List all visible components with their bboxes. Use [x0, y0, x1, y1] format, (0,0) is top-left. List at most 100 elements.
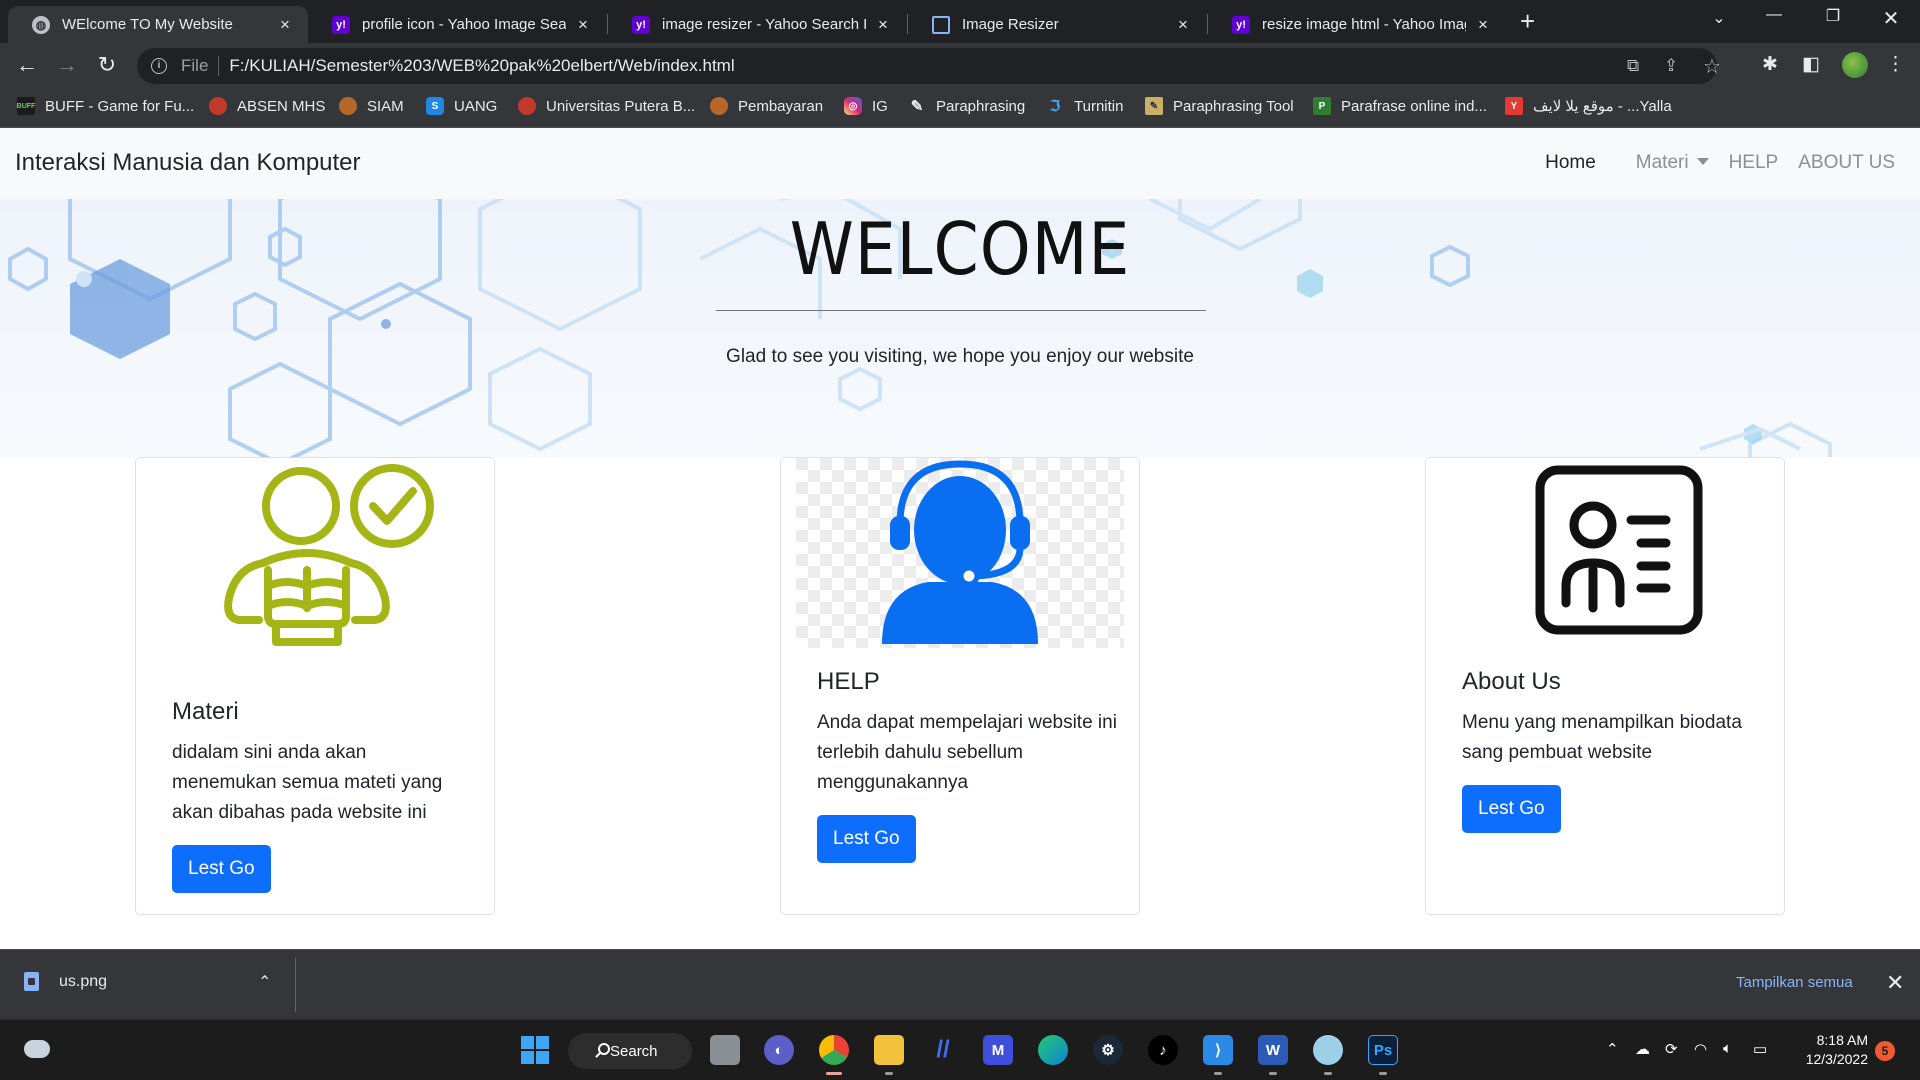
restore-button[interactable]: ❐	[1810, 6, 1856, 26]
tab-title: WElcome TO My Website	[62, 16, 233, 33]
back-button[interactable]: ←	[13, 52, 41, 78]
tab-image-resizer-search[interactable]: y! image resizer - Yahoo Search Res ×	[608, 6, 906, 43]
card-text: Menu yang menampilkan biodata sang pembu…	[1462, 712, 1742, 763]
hero-divider	[716, 310, 1206, 311]
close-download-bar-icon[interactable]: ✕	[1886, 970, 1904, 996]
taskbar-search-label: Search	[610, 1042, 658, 1060]
task-view-icon[interactable]	[710, 1035, 740, 1065]
buff-icon: BUFF	[17, 97, 35, 115]
lets-go-button-help[interactable]: Lest Go	[817, 815, 916, 863]
onedrive-icon[interactable]: ☁	[1635, 1040, 1650, 1058]
edge-icon[interactable]	[1038, 1035, 1068, 1065]
nav-materi-dropdown[interactable]: Materi	[1616, 152, 1709, 174]
running-indicator	[1214, 1072, 1222, 1075]
side-panel-icon[interactable]: ◧	[1802, 53, 1820, 76]
yahoo-icon: y!	[1232, 15, 1250, 34]
menu-icon[interactable]: ⋮	[1886, 53, 1905, 76]
card-about-us: About Us Menu yang menampilkan biodata s…	[1425, 457, 1785, 915]
bookmark-label: Universitas Putera B...	[546, 97, 696, 115]
notification-badge[interactable]: 5	[1875, 1041, 1895, 1061]
reload-button[interactable]: ↻	[93, 52, 121, 78]
bookmark-site-icon	[339, 97, 357, 115]
tab-welcome[interactable]: ◍ WElcome TO My Website ×	[8, 6, 308, 43]
close-tab-icon[interactable]: ×	[276, 15, 294, 35]
lets-go-button-about[interactable]: Lest Go	[1462, 785, 1561, 833]
bookmark-pembayaran[interactable]: Pembayaran	[710, 97, 823, 115]
lets-go-button-materi[interactable]: Lest Go	[172, 845, 271, 893]
headset-support-icon	[796, 458, 1124, 648]
nav-help[interactable]: HELP	[1729, 152, 1779, 174]
close-tab-icon[interactable]: ×	[874, 15, 892, 35]
site-info-icon[interactable]: i	[151, 58, 167, 74]
bookmark-uang[interactable]: S UANG	[426, 97, 497, 115]
volume-icon[interactable]: 🔈︎	[1723, 1040, 1732, 1057]
close-window-button[interactable]: ✕	[1868, 6, 1914, 31]
terminal-icon[interactable]: //	[928, 1035, 958, 1065]
show-all-downloads-button[interactable]: Tampilkan semua	[1720, 962, 1869, 1003]
new-tab-button[interactable]: +	[1520, 8, 1535, 34]
share-icon[interactable]: ⇪	[1664, 56, 1678, 76]
clock-date: 12/3/2022	[1805, 1051, 1868, 1067]
yahoo-icon: y!	[632, 15, 650, 34]
file-explorer-icon[interactable]	[874, 1035, 904, 1065]
bookmark-ig[interactable]: ◎ IG	[844, 97, 888, 115]
tiktok-icon[interactable]: ♪	[1148, 1035, 1178, 1065]
bookmark-paraphrasing[interactable]: ✎ Paraphrasing	[908, 97, 1026, 116]
chevron-up-icon[interactable]: ⌃	[258, 972, 271, 992]
bookmark-yalla[interactable]: Y موقع يلا لايف - ...Yalla	[1505, 97, 1672, 115]
chevron-up-icon[interactable]: ⌃	[1606, 1040, 1619, 1058]
bookmark-turnitin[interactable]: ℑ Turnitin	[1046, 97, 1124, 116]
image-file-icon	[24, 972, 39, 991]
instagram-icon: ◎	[844, 97, 862, 115]
nav-home[interactable]: Home	[1545, 152, 1596, 174]
translate-icon[interactable]: ⧉	[1627, 56, 1639, 76]
bookmark-label: Turnitin	[1074, 97, 1124, 115]
forward-button[interactable]: →	[53, 52, 81, 78]
close-tab-icon[interactable]: ×	[574, 15, 592, 35]
steam-icon[interactable]: ⚙	[1093, 1035, 1123, 1065]
browser-toolbar: ← → ↻ i File F:/KULIAH/Semester%203/WEB%…	[0, 43, 1920, 88]
url-text[interactable]: F:/KULIAH/Semester%203/WEB%20pak%20elber…	[229, 56, 734, 76]
chat-icon[interactable]: ◐	[764, 1035, 794, 1065]
system-clock[interactable]: 8:18 AM 12/3/2022	[1796, 1031, 1868, 1069]
bookmark-siam[interactable]: SIAM	[339, 97, 404, 115]
extensions-icon[interactable]: ✱	[1762, 53, 1778, 76]
bookmark-label: Parafrase online ind...	[1341, 97, 1487, 115]
tab-image-resizer[interactable]: Image Resizer ×	[908, 6, 1206, 43]
windows-start-icon[interactable]	[520, 1035, 550, 1065]
bookmark-absen[interactable]: ABSEN MHS	[209, 97, 325, 115]
nav-about-us[interactable]: ABOUT US	[1798, 152, 1895, 174]
editor-icon[interactable]: M	[983, 1035, 1013, 1065]
bookmark-star-icon[interactable]: ☆	[1703, 54, 1721, 79]
taskbar-search[interactable]: Search	[568, 1033, 692, 1069]
hero-title: WELCOME	[789, 207, 1131, 291]
address-bar[interactable]: i File F:/KULIAH/Semester%203/WEB%20pak%…	[137, 48, 1721, 84]
close-tab-icon[interactable]: ×	[1474, 15, 1492, 35]
bookmark-universitas[interactable]: Universitas Putera B...	[518, 97, 695, 115]
photoshop-icon[interactable]: Ps	[1368, 1035, 1398, 1065]
yahoo-icon: y!	[332, 15, 350, 34]
tab-search-chevron-icon[interactable]: ⌄	[1696, 8, 1742, 28]
bookmark-parafrase-online[interactable]: P Parafrase online ind...	[1313, 97, 1487, 115]
weather-icon[interactable]	[24, 1040, 50, 1058]
browser-tab-strip: ◍ WElcome TO My Website × y! profile ico…	[0, 0, 1920, 43]
download-item[interactable]: us.png	[24, 972, 107, 991]
minimize-button[interactable]: —	[1751, 6, 1797, 24]
wifi-icon[interactable]: ◠	[1694, 1040, 1707, 1058]
paint-icon[interactable]	[1313, 1035, 1343, 1065]
battery-icon[interactable]: ▭	[1753, 1040, 1767, 1058]
bookmark-paraphrasing-tool[interactable]: ✎ Paraphrasing Tool	[1145, 97, 1294, 115]
close-tab-icon[interactable]: ×	[1174, 15, 1192, 35]
tab-profile-icon[interactable]: y! profile icon - Yahoo Image Search ×	[308, 6, 606, 43]
chrome-icon[interactable]	[819, 1035, 849, 1065]
bookmark-buff[interactable]: BUFF BUFF - Game for Fu...	[17, 97, 194, 115]
sync-icon[interactable]: ⟳	[1665, 1040, 1678, 1058]
tab-resize-image-html[interactable]: y! resize image html - Yahoo Image ×	[1208, 6, 1506, 43]
paraphrase-tool-icon: ✎	[1145, 97, 1163, 115]
site-navbar: Interaksi Manusia dan Komputer Home Mate…	[0, 128, 1920, 199]
vscode-icon[interactable]: ⟩	[1203, 1035, 1233, 1065]
profile-avatar[interactable]	[1842, 52, 1868, 78]
word-icon[interactable]: W	[1258, 1035, 1288, 1065]
site-brand[interactable]: Interaksi Manusia dan Komputer	[15, 149, 361, 177]
globe-icon: ◍	[32, 15, 50, 34]
